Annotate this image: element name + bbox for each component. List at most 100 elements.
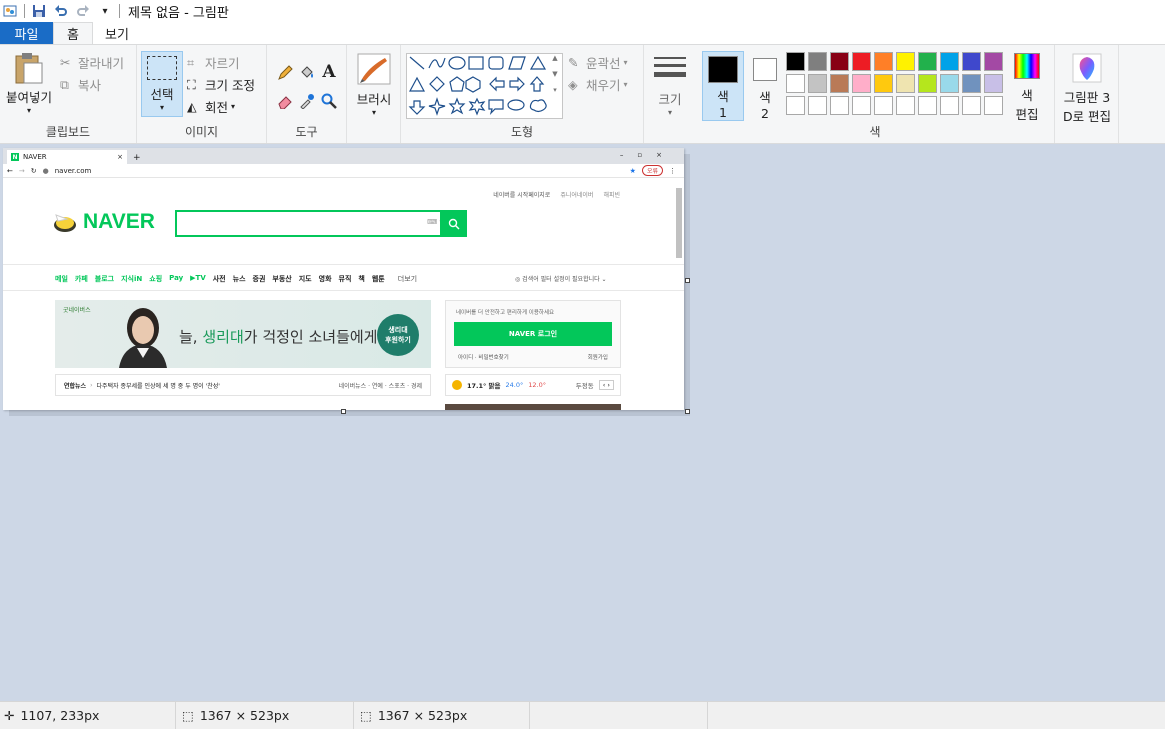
- palette-swatch[interactable]: [984, 74, 1003, 93]
- palette-swatch[interactable]: [830, 96, 849, 115]
- text-tool[interactable]: A: [319, 61, 339, 83]
- tab-file[interactable]: 파일: [0, 22, 53, 44]
- palette-swatch[interactable]: [918, 74, 937, 93]
- edit-colors-button[interactable]: 색 편집: [1010, 53, 1044, 123]
- palette-swatch[interactable]: [874, 96, 893, 115]
- size-button[interactable]: 크기 ▾: [652, 55, 688, 117]
- palette-swatch[interactable]: [852, 74, 871, 93]
- tools-group-label: 도구: [295, 125, 318, 139]
- expand-icon[interactable]: ▾: [553, 86, 557, 94]
- shapes-grid-icons: [408, 55, 547, 116]
- scissors-icon: ✂: [60, 55, 71, 70]
- naver-top-links: 네이버를 시작페이지로 쥬니어네이버 해피빈: [493, 190, 620, 199]
- size-label: 크기: [658, 92, 682, 107]
- naver-mascot-icon: [54, 214, 76, 232]
- shapes-gallery[interactable]: [406, 53, 563, 119]
- palette-swatch[interactable]: [808, 74, 827, 93]
- edit-in-paint3d-button[interactable]: 그림판 3 D로 편집: [1059, 53, 1115, 125]
- paste-button[interactable]: 붙여넣기 ▾: [4, 51, 54, 115]
- selection-size-text: 1367 × 523px: [199, 708, 290, 723]
- palette-swatch[interactable]: [852, 96, 871, 115]
- redo-icon[interactable]: [75, 3, 91, 19]
- palette-swatch[interactable]: [940, 96, 959, 115]
- quick-access-toolbar: ▾: [0, 3, 120, 19]
- palette-swatch[interactable]: [786, 96, 805, 115]
- customize-toolbar-icon[interactable]: ▾: [97, 3, 113, 19]
- canvas-area[interactable]: N NAVER × + –▫× ← → ↻ ● naver.com ★ 오류 ⋮…: [0, 144, 1165, 701]
- naver-menu-item: 책: [358, 275, 365, 283]
- chevron-down-icon: ▾: [667, 108, 672, 117]
- select-button[interactable]: 선택 ▾: [141, 51, 183, 117]
- pencil-tool[interactable]: [275, 63, 295, 83]
- separator: [119, 4, 120, 18]
- naver-login-box: 네이버를 더 안전하고 편리하게 이용하세요 NAVER 로그인 아이디 · 비…: [445, 300, 621, 368]
- shapes-group-label: 도형: [510, 125, 534, 139]
- naver-menu-item: 블로그: [94, 275, 115, 283]
- color2-button[interactable]: 색 2: [748, 51, 782, 121]
- cut-button[interactable]: ✂ 잘라내기: [60, 53, 124, 72]
- palette-swatch[interactable]: [896, 52, 915, 71]
- bookmark-star-icon: ★: [629, 166, 636, 175]
- tab-view[interactable]: 보기: [93, 22, 141, 44]
- copy-button[interactable]: ⧉ 복사: [60, 75, 101, 94]
- shapes-scroll[interactable]: ▲ ▼ ▾: [549, 54, 561, 118]
- save-icon[interactable]: [31, 3, 47, 19]
- palette-swatch[interactable]: [984, 52, 1003, 71]
- rotate-icon: ◭: [187, 99, 197, 114]
- canvas-resize-handle-bottom[interactable]: [341, 409, 346, 414]
- chevron-down-icon[interactable]: ▼: [552, 70, 557, 78]
- canvas-resize-handle-right[interactable]: [685, 278, 690, 283]
- chevron-down-icon: ▾: [26, 106, 31, 115]
- fill-button[interactable]: ◈ 채우기 ▾: [568, 75, 628, 94]
- banner-text-2: 가 걱정인 소녀들에게: [243, 328, 378, 346]
- outline-button[interactable]: ✎ 윤곽선 ▾: [568, 53, 628, 72]
- eraser-tool[interactable]: [275, 91, 295, 111]
- palette-swatch[interactable]: [786, 74, 805, 93]
- color1-button[interactable]: 색 1: [702, 51, 744, 121]
- naver-menu-item: 지식iN: [121, 275, 143, 283]
- palette-swatch[interactable]: [852, 52, 871, 71]
- rotate-button[interactable]: ◭ 회전 ▾: [187, 97, 235, 116]
- palette-swatch[interactable]: [808, 96, 827, 115]
- crop-button[interactable]: ⌗ 자르기: [187, 53, 240, 72]
- paint-app-icon[interactable]: [2, 3, 18, 19]
- status-image-size: ⬚ 1367 × 523px: [354, 701, 530, 729]
- palette-swatch[interactable]: [940, 52, 959, 71]
- brushes-button[interactable]: 브러시 ▾: [351, 53, 397, 117]
- fill-tool[interactable]: [297, 63, 317, 83]
- palette-swatch[interactable]: [984, 96, 1003, 115]
- undo-icon[interactable]: [53, 3, 69, 19]
- palette-swatch[interactable]: [808, 52, 827, 71]
- naver-menu-item: 카페: [74, 275, 88, 283]
- tools-group: A 도구: [267, 45, 347, 143]
- palette-swatch[interactable]: [830, 74, 849, 93]
- palette-swatch[interactable]: [940, 74, 959, 93]
- cursor-move-icon: ✛: [4, 708, 15, 723]
- palette-swatch[interactable]: [962, 74, 981, 93]
- tab-home[interactable]: 홈: [53, 22, 93, 44]
- login-links: 아이디 · 비밀번호찾기: [458, 355, 509, 361]
- palette-swatch[interactable]: [962, 96, 981, 115]
- status-selection-size: ⬚ 1367 × 523px: [176, 701, 354, 729]
- palette-swatch[interactable]: [962, 52, 981, 71]
- palette-swatch[interactable]: [918, 52, 937, 71]
- pasted-browser-screenshot[interactable]: N NAVER × + –▫× ← → ↻ ● naver.com ★ 오류 ⋮…: [3, 148, 684, 410]
- palette-swatch[interactable]: [896, 96, 915, 115]
- color-picker-tool[interactable]: [297, 91, 317, 111]
- chevron-up-icon[interactable]: ▲: [552, 54, 557, 62]
- palette-swatch[interactable]: [918, 96, 937, 115]
- palette-swatch[interactable]: [896, 74, 915, 93]
- palette-swatch[interactable]: [786, 52, 805, 71]
- palette-swatch[interactable]: [874, 74, 893, 93]
- naver-menu-item: 부동산: [272, 275, 292, 283]
- news-headline: 다주택자 종부세를 인상에 세 명 중 두 명이 '찬성': [96, 382, 220, 390]
- status-bar: ✛ 1107, 233px ⬚ 1367 × 523px ⬚ 1367 × 52…: [0, 701, 1165, 729]
- palette-swatch[interactable]: [830, 52, 849, 71]
- canvas-resize-handle-corner[interactable]: [685, 409, 690, 414]
- magnifier-tool[interactable]: [319, 91, 339, 111]
- resize-button[interactable]: ⛶ 크기 조정: [187, 75, 255, 94]
- naver-menu-item: 지도: [298, 275, 312, 283]
- palette-swatch[interactable]: [874, 52, 893, 71]
- naver-menu-item: 메일: [55, 275, 68, 283]
- separator: [24, 4, 25, 18]
